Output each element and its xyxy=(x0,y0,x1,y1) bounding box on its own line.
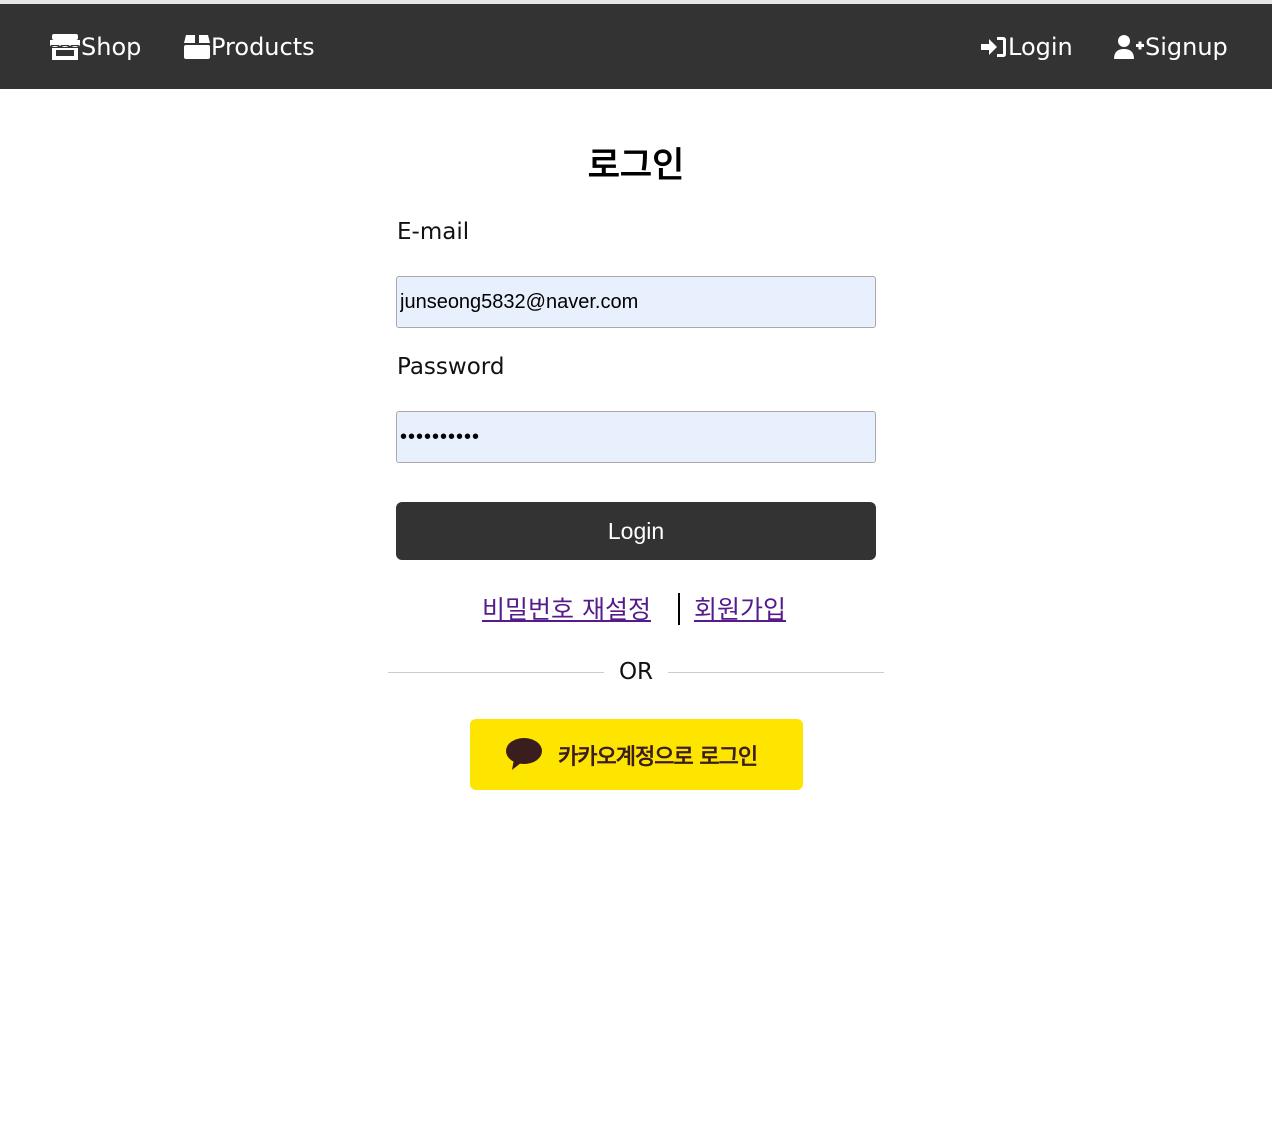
divider-line-right xyxy=(668,672,884,673)
kakao-login-label: 카카오계정으로 로그인 xyxy=(558,744,758,770)
login-button[interactable]: Login xyxy=(396,502,876,560)
nav-login-link[interactable]: Login xyxy=(981,4,1073,89)
password-field[interactable] xyxy=(396,411,876,463)
link-divider xyxy=(678,593,680,625)
or-divider-text: OR xyxy=(618,659,654,685)
password-label: Password xyxy=(397,354,505,380)
account-links: 비밀번호 재설정 회원가입 xyxy=(0,590,1272,630)
nav-signup-link[interactable]: Signup xyxy=(1114,4,1228,89)
speech-bubble-icon xyxy=(505,737,543,775)
nav-products-label: Products xyxy=(211,32,315,61)
divider-line-left xyxy=(388,672,604,673)
kakao-login-button[interactable]: 카카오계정으로 로그인 xyxy=(470,719,803,790)
nav-login-label: Login xyxy=(1008,32,1073,61)
store-icon xyxy=(50,33,81,60)
nav-shop-link[interactable]: Shop xyxy=(50,4,141,89)
signup-link[interactable]: 회원가입 xyxy=(694,590,786,626)
nav-signup-label: Signup xyxy=(1145,32,1228,61)
user-plus-icon xyxy=(1114,34,1145,59)
email-label: E-mail xyxy=(397,219,470,245)
box-icon xyxy=(184,34,211,59)
sign-in-icon xyxy=(981,36,1008,58)
nav-shop-label: Shop xyxy=(81,32,142,61)
reset-password-link[interactable]: 비밀번호 재설정 xyxy=(482,590,651,626)
top-navbar: Shop Products Login Signup xyxy=(0,4,1272,89)
email-field[interactable] xyxy=(396,276,876,328)
page-title: 로그인 xyxy=(587,146,685,186)
nav-products-link[interactable]: Products xyxy=(184,4,315,89)
